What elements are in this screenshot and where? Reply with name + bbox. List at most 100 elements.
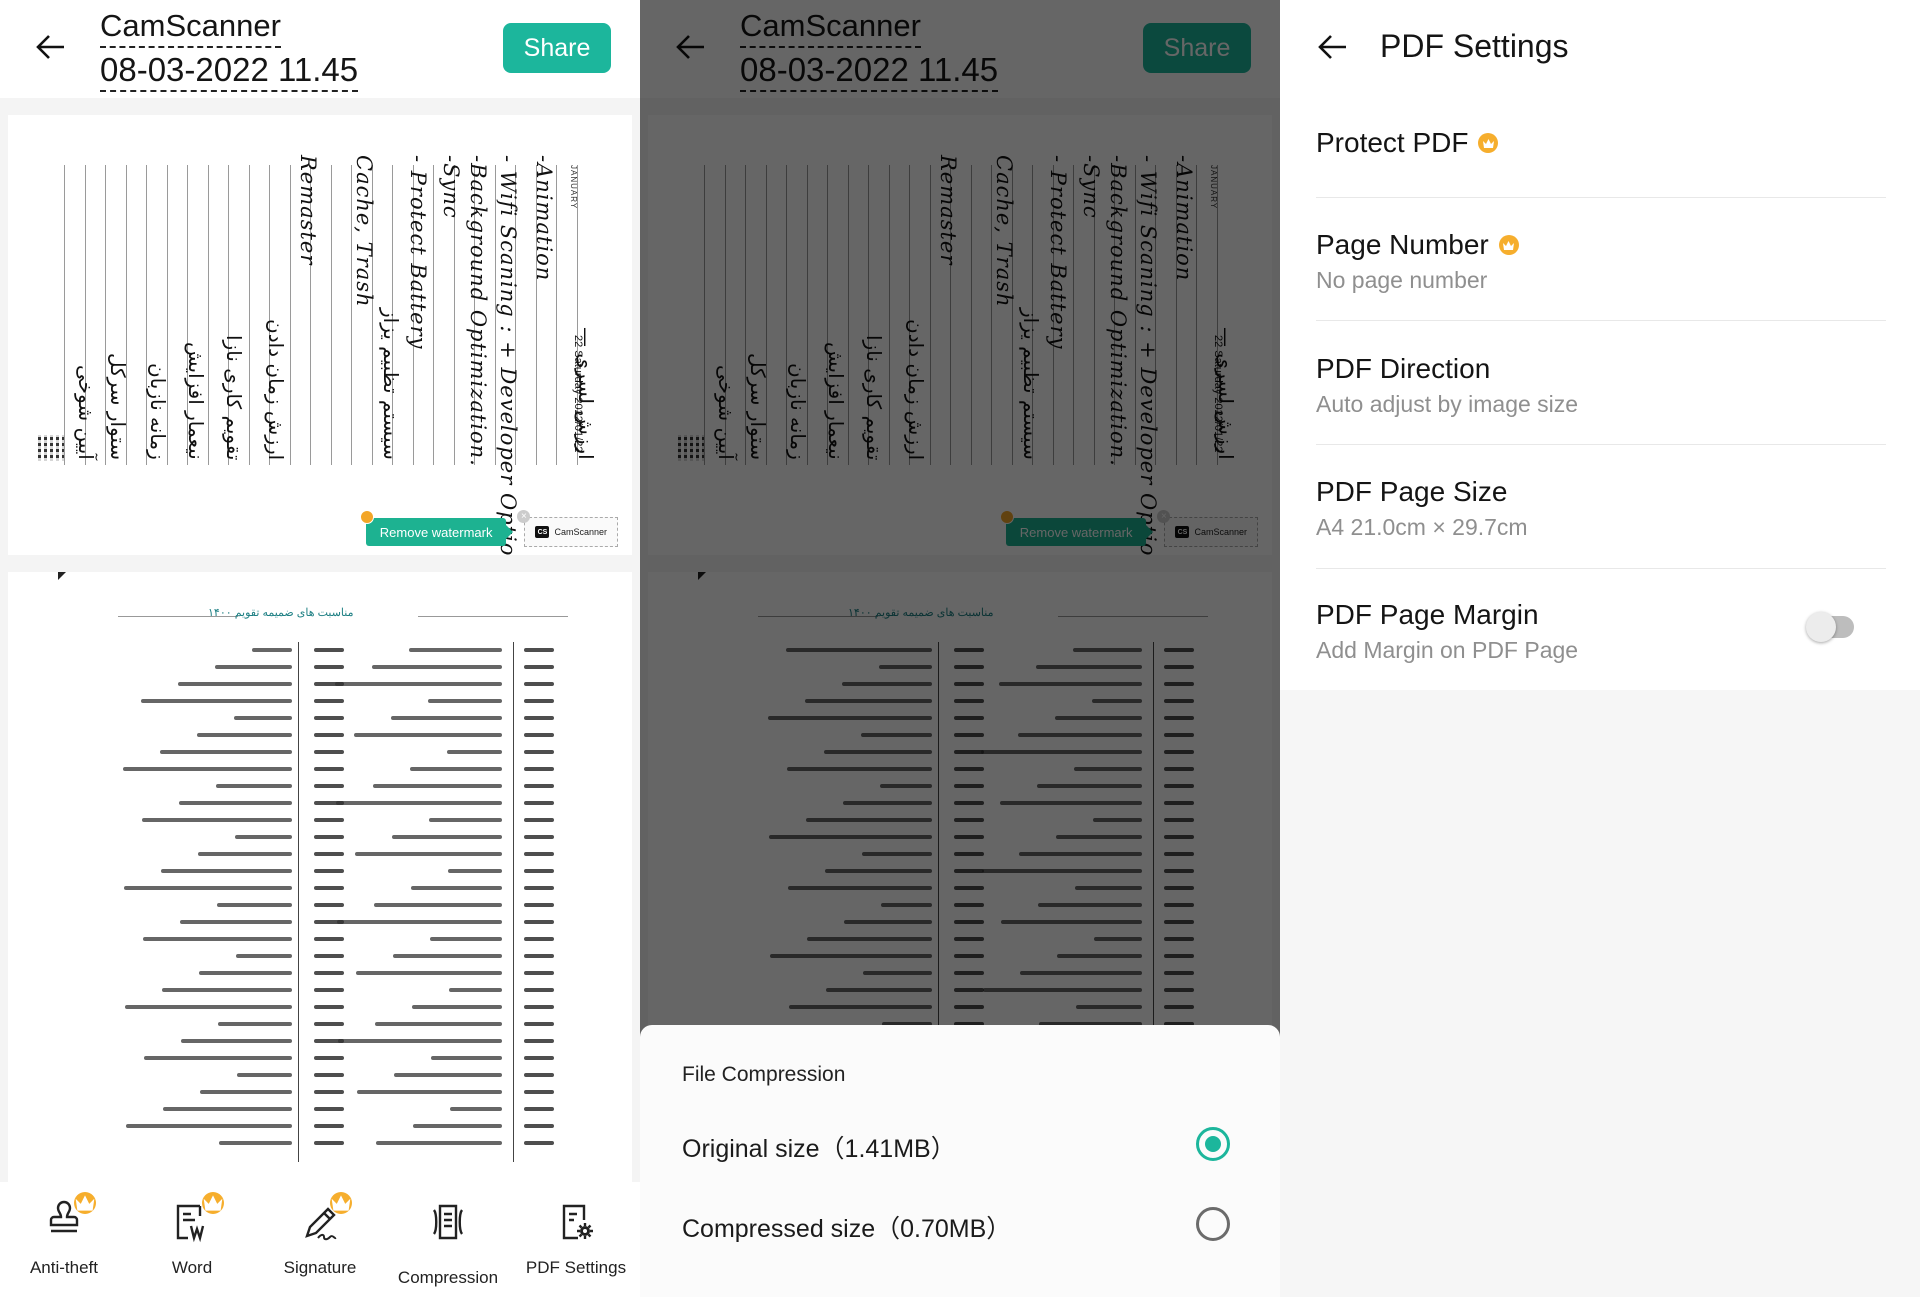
calendar-event-text	[375, 1022, 502, 1026]
share-button[interactable]: Share	[503, 23, 611, 73]
handwritten-line: -Sync	[439, 155, 463, 219]
calendar-event-date	[524, 954, 554, 958]
handwritten-persian-line: تقویم کاری نازا	[222, 334, 246, 460]
toolbar-item-label: Compression	[397, 1268, 499, 1287]
setting-value: Auto adjust by image size	[1316, 391, 1579, 417]
handwritten-line: -Background Optimization.	[466, 155, 490, 467]
toolbar-item-signature[interactable]: Signature	[256, 1182, 384, 1297]
calendar-event-date	[524, 750, 554, 754]
calendar-event-text	[125, 1005, 292, 1009]
page-margin-toggle[interactable]	[1806, 612, 1854, 642]
calendar-event-text	[357, 1090, 502, 1094]
toolbar-item-anti-theft[interactable]: Anti-theft	[0, 1182, 128, 1297]
calendar-event-text	[236, 954, 292, 958]
document-title-date[interactable]: 08-03-2022 11.45	[100, 50, 359, 92]
calendar-row	[308, 1067, 558, 1084]
calendar-event-date	[524, 1107, 554, 1111]
calendar-event-text	[181, 1039, 292, 1043]
handwritten-persian-line: نیعمار افزایش	[184, 342, 208, 460]
calendar-row	[308, 1135, 558, 1152]
calendar-event-text	[235, 835, 292, 839]
scanned-page-2[interactable]: مناسبت های ضمیمه تقویم ۱۴۰۰	[8, 572, 632, 1182]
calendar-event-date	[524, 733, 554, 737]
calendar-row	[308, 1016, 558, 1033]
toolbar-item-word[interactable]: Word	[128, 1182, 256, 1297]
calendar-row	[308, 1084, 558, 1101]
setting-page-number[interactable]: Page Number No page number	[1316, 228, 1886, 294]
calendar-event-date	[524, 784, 554, 788]
compression-option-compressed[interactable]: Compressed size（0.70MB）	[640, 1195, 1280, 1255]
calendar-event-date	[524, 1022, 554, 1026]
calendar-row	[308, 999, 558, 1016]
calendar-event-text	[162, 988, 292, 992]
setting-value: A4 21.0cm × 29.7cm	[1316, 514, 1528, 540]
calendar-row	[308, 948, 558, 965]
calendar-event-date	[524, 818, 554, 822]
page-title: PDF Settings	[1380, 28, 1569, 64]
setting-pdf-direction[interactable]: PDF Direction Auto adjust by image size	[1316, 352, 1886, 418]
calendar-event-text	[143, 937, 292, 941]
calendar-event-text	[376, 1141, 502, 1145]
setting-protect-pdf[interactable]: Protect PDF	[1316, 126, 1886, 160]
pdf-settings-card: PDF Settings Protect PDF Page Number No …	[1280, 0, 1920, 690]
watermark-label: CamScanner	[554, 527, 607, 537]
calendar-event-date	[524, 852, 554, 856]
bottom-toolbar: Anti-theft Word Signature Compression PDF Se…	[0, 1182, 640, 1297]
compress-doc-icon	[426, 1200, 470, 1244]
divider	[1316, 320, 1886, 321]
calendar-event-text	[197, 733, 292, 737]
setting-value: Add Margin on PDF Page	[1316, 637, 1579, 663]
calendar-row	[308, 880, 558, 897]
calendar-event-text	[412, 1005, 502, 1009]
document-title-name[interactable]: CamScanner	[100, 6, 281, 48]
handwritten-persian-line: ستوار سرکل	[106, 352, 130, 460]
calendar-row	[308, 863, 558, 880]
calendar-event-date	[524, 1056, 554, 1060]
remove-watermark-button[interactable]: Remove watermark	[359, 510, 514, 546]
calendar-row	[308, 676, 558, 693]
calendar-title: مناسبت های ضمیمه تقویم ۱۴۰۰	[208, 607, 354, 619]
calendar-event-text	[124, 886, 292, 890]
handwritten-persian-line: زمانه نازبان	[146, 363, 170, 460]
handwritten-persian-line: — ارزش لسری	[574, 327, 598, 460]
calendar-event-text	[338, 1039, 502, 1043]
calendar-event-text	[336, 801, 502, 805]
calendar-event-text	[215, 665, 292, 669]
calendar-event-text	[354, 733, 502, 737]
document-header: CamScanner 08-03-2022 11.45 Share	[0, 0, 640, 98]
calendar-event-date	[524, 835, 554, 839]
calendar-event-date	[524, 716, 554, 720]
calendar-row	[308, 965, 558, 982]
toolbar-item-compression[interactable]: Compression	[384, 1182, 512, 1297]
setting-name: Page Number	[1316, 229, 1489, 260]
camscanner-logo-icon: CS	[535, 526, 550, 538]
calendar-event-text	[217, 903, 292, 907]
handwritten-line: Cache, Trash	[352, 155, 376, 308]
document-title[interactable]: CamScanner 08-03-2022 11.45	[100, 6, 359, 94]
setting-pdf-page-size[interactable]: PDF Page Size A4 21.0cm × 29.7cm	[1316, 475, 1886, 541]
notebook-rule-line	[433, 165, 434, 465]
back-button[interactable]	[1316, 30, 1350, 64]
radio-button[interactable]	[1196, 1207, 1230, 1241]
calendar-event-text	[163, 1107, 292, 1111]
calendar-row	[308, 727, 558, 744]
calendar-event-text	[337, 920, 502, 924]
divider	[1316, 444, 1886, 445]
radio-button[interactable]	[1196, 1127, 1230, 1161]
calendar-event-date	[524, 1141, 554, 1145]
calendar-event-date	[524, 665, 554, 669]
toolbar-item-pdf-settings[interactable]: PDF Settings	[512, 1182, 640, 1297]
calendar-row	[308, 693, 558, 710]
scanned-page-1[interactable]: JANUARY22 Saturday 2022/01/22-Animation-…	[8, 115, 632, 555]
calendar-event-text	[180, 920, 292, 924]
back-button[interactable]	[34, 30, 68, 64]
close-icon[interactable]: ×	[517, 510, 531, 523]
document-view-panel: CamScanner 08-03-2022 11.45 Share JANUAR…	[0, 0, 640, 1297]
setting-name: PDF Page Size	[1316, 476, 1508, 507]
calendar-event-text	[160, 750, 292, 754]
calendar-event-date	[524, 988, 554, 992]
premium-crown-icon	[202, 1192, 224, 1214]
calendar-event-text	[142, 818, 292, 822]
compression-option-original[interactable]: Original size（1.41MB）	[640, 1115, 1280, 1175]
qr-code-image	[38, 435, 64, 461]
